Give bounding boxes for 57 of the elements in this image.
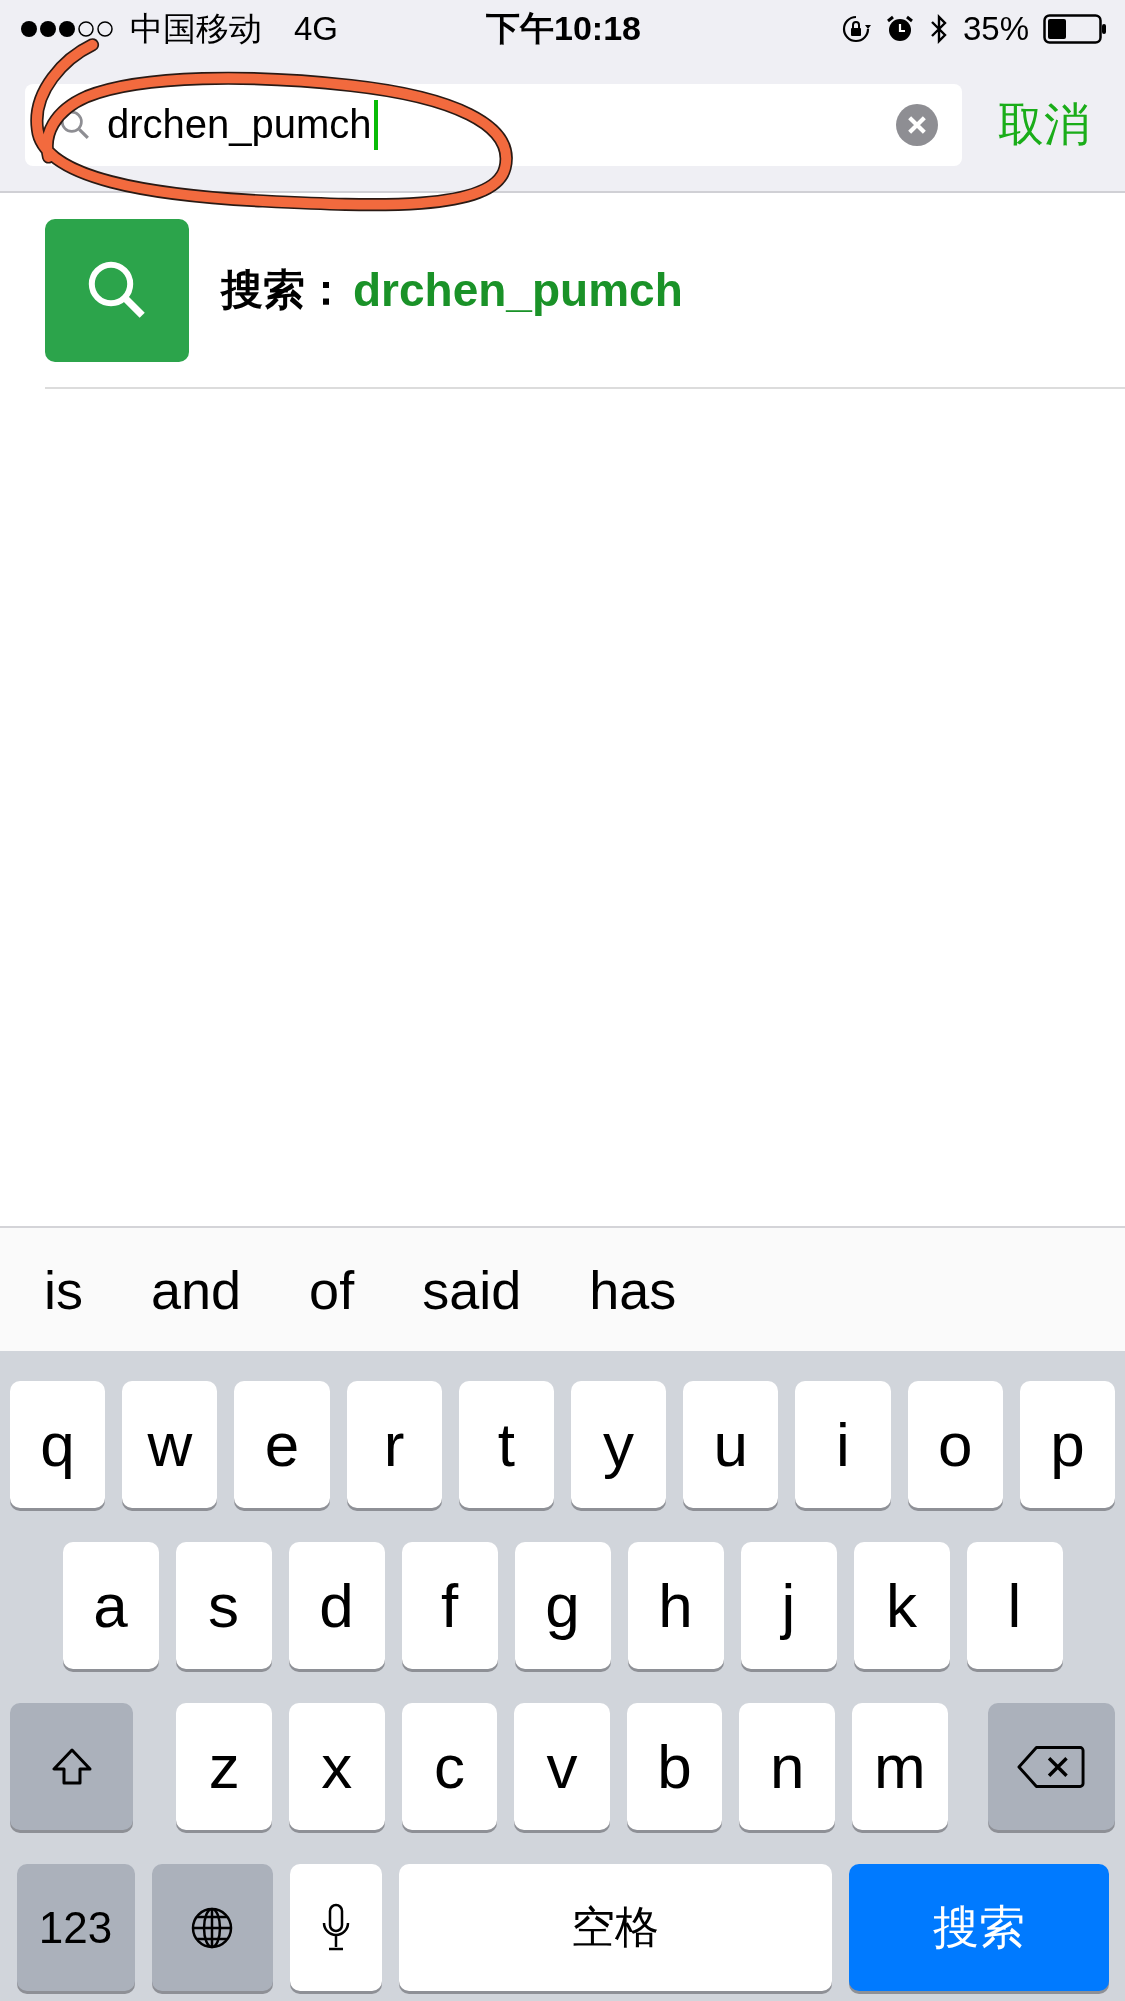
letter-key[interactable]: b (626, 1703, 723, 1830)
microphone-key[interactable] (289, 1864, 382, 1991)
search-field[interactable]: drchen_pumch (25, 83, 962, 166)
letter-key[interactable]: a (62, 1542, 159, 1669)
letter-key[interactable]: k (853, 1542, 950, 1669)
suggestion-word[interactable]: said (422, 1258, 522, 1321)
backspace-key[interactable] (987, 1703, 1115, 1830)
search-result-item[interactable]: 搜索：drchen_pumch (45, 193, 1125, 389)
globe-key[interactable] (151, 1864, 273, 1991)
letter-key[interactable]: r (346, 1381, 442, 1508)
backspace-icon (1017, 1743, 1086, 1790)
letter-key[interactable]: f (401, 1542, 498, 1669)
result-query: drchen_pumch (353, 263, 683, 317)
search-result-icon (45, 218, 189, 362)
letter-key[interactable]: j (740, 1542, 837, 1669)
search-key[interactable]: 搜索 (848, 1864, 1109, 1991)
clear-icon[interactable] (896, 103, 938, 146)
letter-key[interactable]: e (234, 1381, 330, 1508)
status-time: 下午10:18 (486, 8, 641, 49)
letter-key[interactable]: c (401, 1703, 498, 1830)
letter-key[interactable]: o (907, 1381, 1003, 1508)
letter-key[interactable]: s (175, 1542, 272, 1669)
globe-icon (190, 1905, 234, 1950)
battery-percent: 35% (962, 10, 1029, 48)
network-type: 4G (294, 10, 339, 48)
bluetooth-icon (928, 13, 949, 45)
rotation-lock-icon (840, 14, 871, 44)
letter-key[interactable]: n (739, 1703, 835, 1830)
suggestion-word[interactable]: and (151, 1258, 242, 1321)
letter-key[interactable]: h (627, 1542, 724, 1669)
battery-icon (1043, 14, 1107, 44)
letter-key[interactable]: g (514, 1542, 611, 1669)
letter-key[interactable]: d (288, 1542, 385, 1669)
space-key[interactable]: 空格 (398, 1864, 832, 1991)
shift-key[interactable] (10, 1703, 134, 1830)
letter-key[interactable]: l (966, 1542, 1063, 1669)
text-cursor (373, 99, 378, 150)
letter-key[interactable]: v (514, 1703, 610, 1830)
suggestion-word[interactable]: is (44, 1258, 83, 1321)
alarm-clock-icon (884, 14, 915, 44)
letter-key[interactable]: t (458, 1381, 554, 1508)
result-label: 搜索： (221, 265, 347, 315)
letter-key[interactable]: q (10, 1381, 106, 1508)
letter-key[interactable]: p (1019, 1381, 1115, 1508)
letter-key[interactable]: x (289, 1703, 385, 1830)
numbers-key[interactable]: 123 (16, 1864, 135, 1991)
suggestion-word[interactable]: has (589, 1258, 677, 1321)
search-icon (59, 108, 91, 141)
suggestion-word[interactable]: of (309, 1258, 355, 1321)
search-query: drchen_pumch (107, 102, 372, 147)
letter-key[interactable]: y (571, 1381, 667, 1508)
carrier-name: 中国移动 (130, 8, 262, 49)
letter-key[interactable]: z (176, 1703, 273, 1830)
letter-key[interactable]: m (851, 1703, 948, 1830)
letter-key[interactable]: i (795, 1381, 891, 1508)
letter-key[interactable]: u (683, 1381, 779, 1508)
letter-key[interactable]: w (122, 1381, 218, 1508)
